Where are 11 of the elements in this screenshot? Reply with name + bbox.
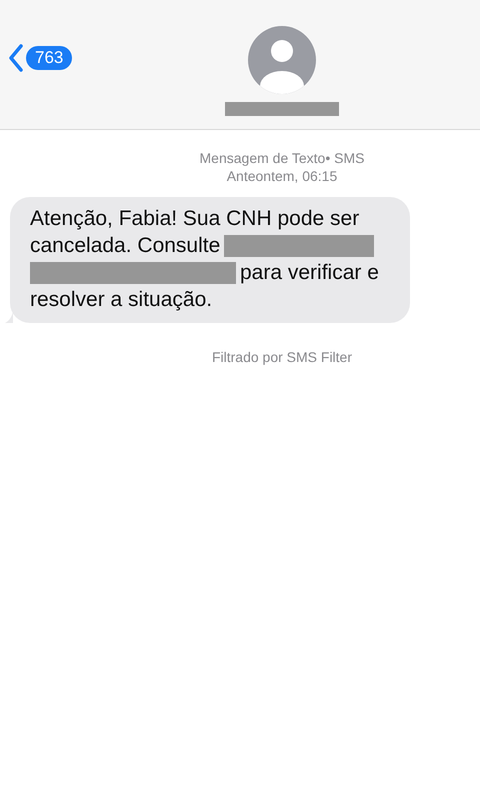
contact-avatar-icon[interactable] <box>248 26 316 94</box>
message-text: para verificar e <box>240 260 379 284</box>
message-text: resolver a situação. <box>30 288 212 312</box>
message-text: cancelada. Consulte <box>30 234 220 258</box>
back-chevron-icon <box>8 44 24 72</box>
filter-note: Filtrado por SMS Filter <box>212 349 352 365</box>
message-timestamp: Anteontem, 06:15 <box>226 167 338 185</box>
message-text: Atenção, Fabia! Sua CNH pode ser <box>30 206 360 230</box>
message-service-label: Mensagem de Texto• SMS <box>200 149 364 167</box>
back-button[interactable]: 763 <box>8 44 72 72</box>
unread-count-badge: 763 <box>26 46 72 70</box>
